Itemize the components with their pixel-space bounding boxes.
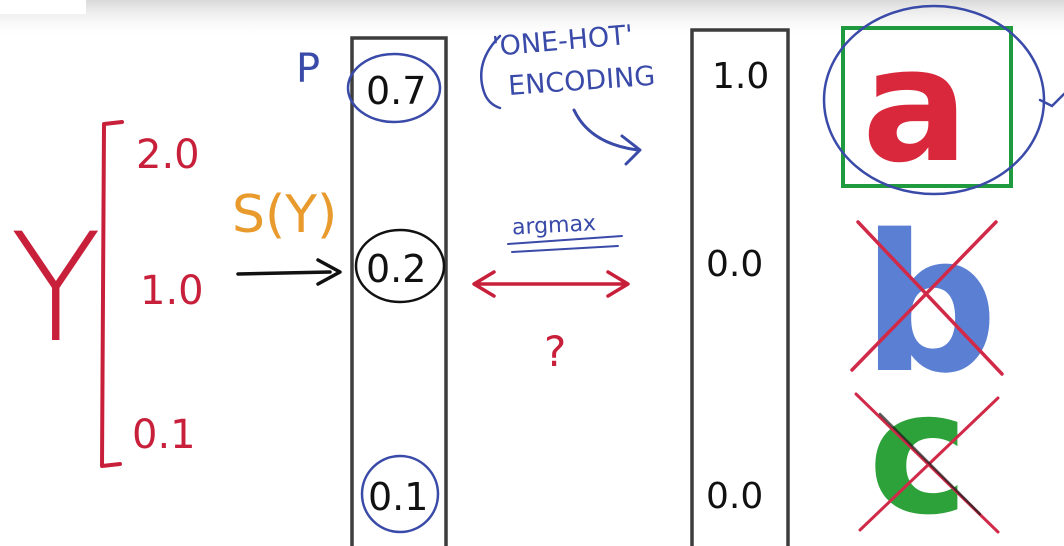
probability-label: P — [296, 46, 320, 92]
logits-label: Y — [10, 202, 102, 376]
probability-value-2: 0.1 — [368, 475, 428, 519]
left-margin — [0, 0, 86, 14]
argmax-double-arrow — [472, 270, 630, 298]
onehot-title-line2: ENCODING — [507, 61, 656, 102]
probability-value-1: 0.2 — [366, 247, 426, 291]
letter-c-icon: c — [868, 355, 969, 546]
onehot-column — [690, 28, 790, 546]
argmax-question: ? — [544, 327, 566, 376]
onehot-curved-arrow — [572, 108, 642, 166]
logits-bracket — [100, 120, 124, 468]
onehot-value-1: 0.0 — [706, 244, 763, 285]
softmax-arrow — [236, 258, 342, 286]
letter-a-glyph: a — [862, 14, 969, 198]
letter-c-glyph: c — [868, 355, 969, 546]
probability-value-0: 0.7 — [366, 69, 426, 113]
logit-value-2: 0.1 — [132, 412, 196, 458]
diagram-canvas: Y 2.0 1.0 0.1 S(Y) P 0.7 0.2 0.1 'ONE-HO… — [0, 0, 1064, 546]
onehot-value-0: 1.0 — [712, 56, 769, 97]
softmax-onehot-diagram: Y 2.0 1.0 0.1 S(Y) P 0.7 0.2 0.1 'ONE-HO… — [0, 0, 1064, 546]
argmax-label: argmax — [511, 211, 596, 240]
letter-a-icon: a — [862, 14, 969, 198]
softmax-label: S(Y) — [232, 185, 337, 245]
logit-value-0: 2.0 — [136, 132, 200, 178]
logit-value-1: 1.0 — [140, 268, 204, 314]
onehot-value-2: 0.0 — [706, 476, 763, 517]
